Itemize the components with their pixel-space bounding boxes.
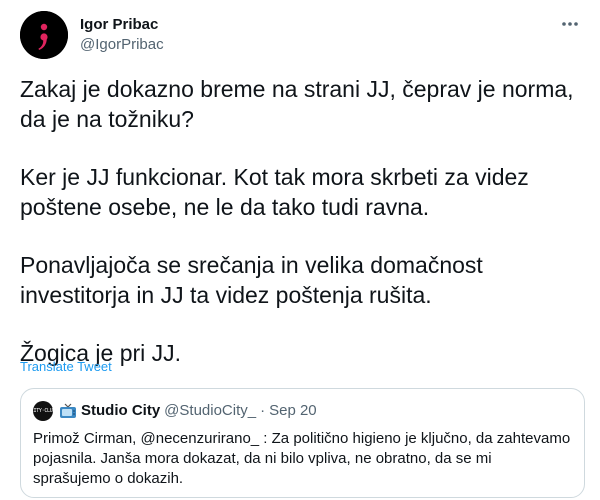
author-handle[interactable]: @IgorPribac <box>80 35 164 55</box>
quoted-tweet-date[interactable]: Sep 20 <box>269 401 317 421</box>
tweet-paragraph: Ponavljajoča se srečanja in velika domač… <box>20 252 483 308</box>
tweet-paragraph: Ker je JJ funkcionar. Kot tak mora skrbe… <box>20 164 529 220</box>
author-avatar[interactable] <box>20 11 68 59</box>
quoted-tweet-text: Primož Cirman, @necenzurirano_ : Za poli… <box>33 430 571 487</box>
more-horizontal-icon <box>562 22 578 26</box>
tweet-body: Zakaj je dokazno breme na strani JJ, čep… <box>20 74 585 368</box>
quoted-author-handle[interactable]: @StudioCity_ <box>164 401 256 421</box>
separator-dot: · <box>260 402 266 419</box>
quoted-author-name[interactable]: Studio City <box>81 401 160 421</box>
author-name[interactable]: Igor Pribac <box>80 15 164 35</box>
quoted-tweet-header: CITY·CLUB Studio City @StudioCity_ · Sep… <box>33 401 572 421</box>
quoted-avatar-text: CITY·CLUB <box>33 408 53 414</box>
semicolon-logo-icon <box>20 11 68 59</box>
quoted-tweet[interactable]: CITY·CLUB Studio City @StudioCity_ · Sep… <box>20 388 585 498</box>
tweet-paragraph: Zakaj je dokazno breme na strani JJ, čep… <box>20 76 574 132</box>
television-icon <box>59 403 77 419</box>
more-options-button[interactable] <box>558 14 582 34</box>
translate-tweet-link[interactable]: Translate Tweet <box>20 359 112 374</box>
quoted-author-avatar[interactable]: CITY·CLUB <box>33 401 53 421</box>
author-block: Igor Pribac @IgorPribac <box>80 15 164 55</box>
tweet: Igor Pribac @IgorPribac Zakaj je dokazno… <box>0 0 600 500</box>
